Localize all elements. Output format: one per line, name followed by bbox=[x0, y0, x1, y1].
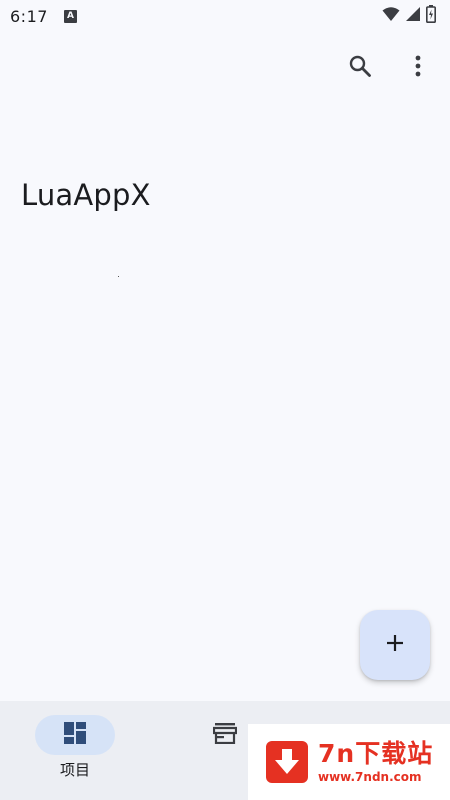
wifi-icon bbox=[382, 6, 400, 26]
watermark-text: 7n下载站 www.7ndn.com bbox=[318, 739, 433, 785]
more-options-button[interactable] bbox=[400, 50, 436, 86]
add-icon bbox=[385, 633, 405, 657]
nav-active-indicator bbox=[35, 715, 115, 755]
app-bar-actions bbox=[342, 50, 436, 86]
stray-dot bbox=[118, 276, 119, 277]
watermark-url: www.7ndn.com bbox=[318, 770, 422, 784]
search-icon bbox=[348, 54, 372, 82]
battery-icon bbox=[426, 5, 436, 27]
download-arrow-icon bbox=[266, 741, 308, 783]
nav-item-projects[interactable]: 项目 bbox=[0, 701, 150, 800]
more-vert-icon bbox=[415, 55, 421, 81]
store-icon bbox=[212, 722, 238, 748]
dashboard-icon bbox=[63, 721, 87, 749]
add-project-button[interactable] bbox=[360, 610, 430, 680]
status-bar: 6:17 A bbox=[0, 0, 450, 32]
status-icons bbox=[382, 5, 436, 27]
search-button[interactable] bbox=[342, 50, 378, 86]
page-title: LuaAppX bbox=[21, 178, 151, 212]
notification-badge: A bbox=[63, 9, 77, 23]
status-time: 6:17 bbox=[10, 6, 48, 26]
watermark-brand: 7n下载站 bbox=[318, 739, 434, 768]
signal-icon bbox=[405, 6, 421, 26]
watermark-overlay: 7n下载站 www.7ndn.com bbox=[248, 724, 450, 800]
nav-item-label: 项目 bbox=[59, 761, 90, 779]
